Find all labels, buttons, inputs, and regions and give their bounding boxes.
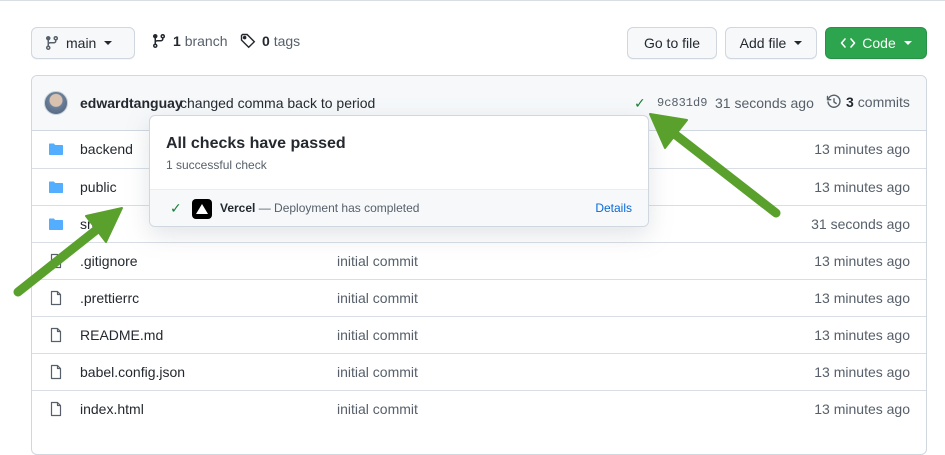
file-name[interactable]: .gitignore [80, 253, 138, 269]
file-commit-message[interactable]: initial commit [337, 364, 418, 380]
commit-message[interactable]: changed comma back to period [180, 95, 375, 111]
file-age: 13 minutes ago [814, 290, 910, 306]
check-icon: ✓ [170, 200, 182, 216]
git-branch-icon [45, 36, 58, 51]
go-to-file-button[interactable]: Go to file [627, 27, 717, 59]
file-age: 13 minutes ago [814, 179, 910, 195]
file-commit-message[interactable]: initial commit [337, 290, 418, 306]
file-name[interactable]: index.html [80, 401, 144, 417]
popover-subtitle: 1 successful check [166, 158, 267, 172]
file-age: 13 minutes ago [814, 401, 910, 417]
check-run-description: — Deployment has completed [255, 201, 420, 215]
avatar[interactable] [44, 91, 68, 115]
git-branch-icon [152, 34, 165, 49]
add-file-button[interactable]: Add file [725, 27, 817, 59]
commits-link[interactable]: 3 commits [826, 94, 910, 110]
check-run-name: Vercel [220, 201, 256, 215]
file-name[interactable]: public [80, 179, 117, 195]
file-commit-message[interactable]: initial commit [337, 327, 418, 343]
chevron-down-icon [794, 41, 803, 45]
file-row[interactable]: index.html initial commit 13 minutes ago [32, 390, 926, 427]
folder-icon [48, 141, 64, 157]
branch-name: main [66, 35, 97, 51]
commit-count-label: commits [857, 94, 910, 110]
top-divider [0, 0, 945, 1]
file-commit-message[interactable]: initial commit [337, 401, 418, 417]
file-age: 31 seconds ago [811, 216, 910, 232]
code-icon [840, 38, 856, 48]
file-name[interactable]: src [80, 216, 99, 232]
check-run-text: Vercel — Deployment has completed [220, 201, 419, 215]
folder-icon [48, 216, 64, 232]
file-age: 13 minutes ago [814, 141, 910, 157]
details-link[interactable]: Details [595, 201, 632, 215]
file-row[interactable]: README.md initial commit 13 minutes ago [32, 316, 926, 353]
file-row[interactable]: .gitignore initial commit 13 minutes ago [32, 242, 926, 279]
tags-link[interactable]: 0 tags [240, 33, 300, 49]
file-name[interactable]: babel.config.json [80, 364, 185, 380]
file-icon [48, 401, 64, 417]
commit-sha[interactable]: 9c831d9 [657, 96, 707, 110]
file-name[interactable]: .prettierrc [80, 290, 139, 306]
tag-icon [240, 33, 256, 49]
branch-label: branch [184, 33, 228, 49]
file-age: 13 minutes ago [814, 253, 910, 269]
commit-author[interactable]: edwardtanguay [80, 95, 183, 111]
check-run-row: ✓ Vercel — Deployment has completed Deta… [150, 189, 648, 226]
file-age: 13 minutes ago [814, 327, 910, 343]
file-icon [48, 327, 64, 343]
commit-count: 3 [846, 94, 854, 110]
file-icon [48, 364, 64, 380]
tag-count: 0 [262, 33, 270, 49]
history-icon [826, 94, 841, 108]
commit-time: 31 seconds ago [715, 95, 814, 111]
add-file-label: Add file [739, 35, 787, 51]
chevron-down-icon [104, 41, 113, 45]
chevron-down-icon [903, 41, 912, 45]
branch-count: 1 [173, 33, 181, 49]
code-label: Code [862, 35, 896, 51]
popover-title: All checks have passed [166, 135, 346, 152]
file-commit-message[interactable]: initial commit [337, 253, 418, 269]
file-row[interactable]: babel.config.json initial commit 13 minute… [32, 353, 926, 390]
file-age: 13 minutes ago [814, 364, 910, 380]
branches-link[interactable]: 1 branch [151, 33, 228, 49]
file-name[interactable]: backend [80, 141, 133, 157]
check-icon[interactable]: ✓ [634, 95, 646, 112]
folder-icon [48, 179, 64, 195]
file-icon [48, 253, 64, 269]
vercel-logo-icon [192, 199, 212, 219]
go-to-file-label: Go to file [643, 35, 701, 51]
checks-popover: All checks have passed 1 successful chec… [149, 115, 649, 227]
file-icon [48, 290, 64, 306]
branch-select-button[interactable]: main [31, 27, 135, 59]
code-button[interactable]: Code [825, 27, 927, 59]
file-name[interactable]: README.md [80, 327, 163, 343]
tag-label: tags [273, 33, 301, 49]
file-row[interactable]: .prettierrc initial commit 13 minutes ago [32, 279, 926, 316]
